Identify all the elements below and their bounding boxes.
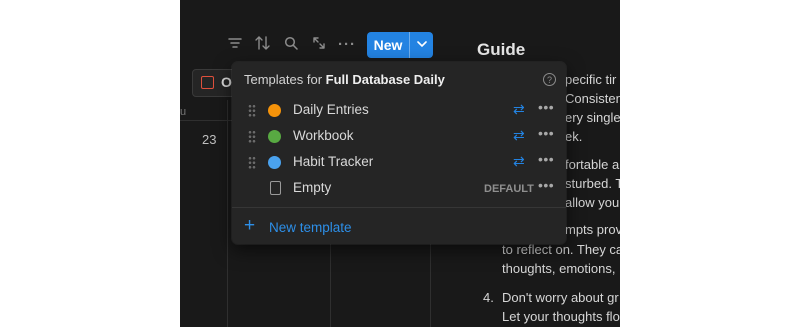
guide-heading: Guide <box>477 40 526 59</box>
guide-text-line: pecific tir <box>565 72 617 87</box>
calendar-column-divider <box>227 100 228 327</box>
guide-text-line: Consisten <box>565 91 620 106</box>
template-row-habit-tracker[interactable]: Habit Tracker ⇄ ••• <box>232 150 566 176</box>
calendar-icon <box>201 76 214 89</box>
more-options-icon[interactable]: ••• <box>538 99 554 115</box>
expand-icon[interactable] <box>310 36 328 54</box>
new-button[interactable]: New <box>367 32 433 58</box>
menu-divider <box>232 207 566 208</box>
drag-handle-icon[interactable] <box>248 130 256 144</box>
guide-text-line: ery single <box>565 110 620 125</box>
new-template-label: New template <box>269 220 352 235</box>
guide-text-line: Let your thoughts flo <box>502 309 620 324</box>
column-header-hint: u <box>180 106 187 118</box>
template-name: Habit Tracker <box>293 154 374 169</box>
template-name: Daily Entries <box>293 102 369 117</box>
more-icon[interactable]: ··· <box>338 36 356 54</box>
search-icon[interactable] <box>282 36 300 54</box>
more-options-icon[interactable]: ••• <box>538 177 554 193</box>
page-icon <box>270 181 281 195</box>
calendar-day-number: 23 <box>202 132 217 147</box>
template-name: Workbook <box>293 128 354 143</box>
guide-text-line: mpts prov <box>565 222 620 237</box>
guide-text-line: allow your <box>565 195 620 210</box>
list-number: 4. <box>483 290 494 305</box>
template-row-daily-entries[interactable]: Daily Entries ⇄ ••• <box>232 98 566 124</box>
more-options-icon[interactable]: ••• <box>538 125 554 141</box>
template-name: Empty <box>293 180 332 195</box>
template-row-workbook[interactable]: Workbook ⇄ ••• <box>232 124 566 150</box>
guide-text-line: thoughts, emotions, <box>502 261 616 276</box>
default-badge: DEFAULT <box>484 183 534 195</box>
templates-menu-title: Templates for Full Database Daily <box>244 72 445 87</box>
template-color-icon <box>268 156 281 169</box>
chevron-down-icon[interactable] <box>410 32 433 58</box>
guide-text-line: to reflect on. They ca <box>502 242 620 257</box>
drag-handle-icon[interactable] <box>248 156 256 170</box>
guide-text-line: sturbed. T <box>565 176 620 191</box>
guide-text-line: Don't worry about gr <box>502 290 619 305</box>
help-icon[interactable]: ? <box>543 73 556 86</box>
template-color-icon <box>268 104 281 117</box>
repeat-icon[interactable]: ⇄ <box>513 153 525 170</box>
repeat-icon[interactable]: ⇄ <box>513 127 525 144</box>
template-row-empty[interactable]: Empty DEFAULT ••• <box>232 176 566 202</box>
guide-text-line: fortable a <box>565 157 620 172</box>
repeat-icon[interactable]: ⇄ <box>513 101 525 118</box>
more-options-icon[interactable]: ••• <box>538 151 554 167</box>
guide-text-line: ek. <box>565 129 583 144</box>
new-button-label[interactable]: New <box>367 32 409 58</box>
database-name: Full Database Daily <box>325 72 445 87</box>
filter-icon[interactable] <box>226 36 244 54</box>
templates-menu: Templates for Full Database Daily ? Dail… <box>232 62 566 244</box>
drag-handle-icon[interactable] <box>248 104 256 118</box>
title-prefix: Templates for <box>244 72 326 87</box>
template-color-icon <box>268 130 281 143</box>
sort-icon[interactable] <box>254 36 272 54</box>
plus-icon: + <box>244 215 256 236</box>
app-window: ··· New Guide Op u 23 pecific tir Consis… <box>180 0 620 327</box>
